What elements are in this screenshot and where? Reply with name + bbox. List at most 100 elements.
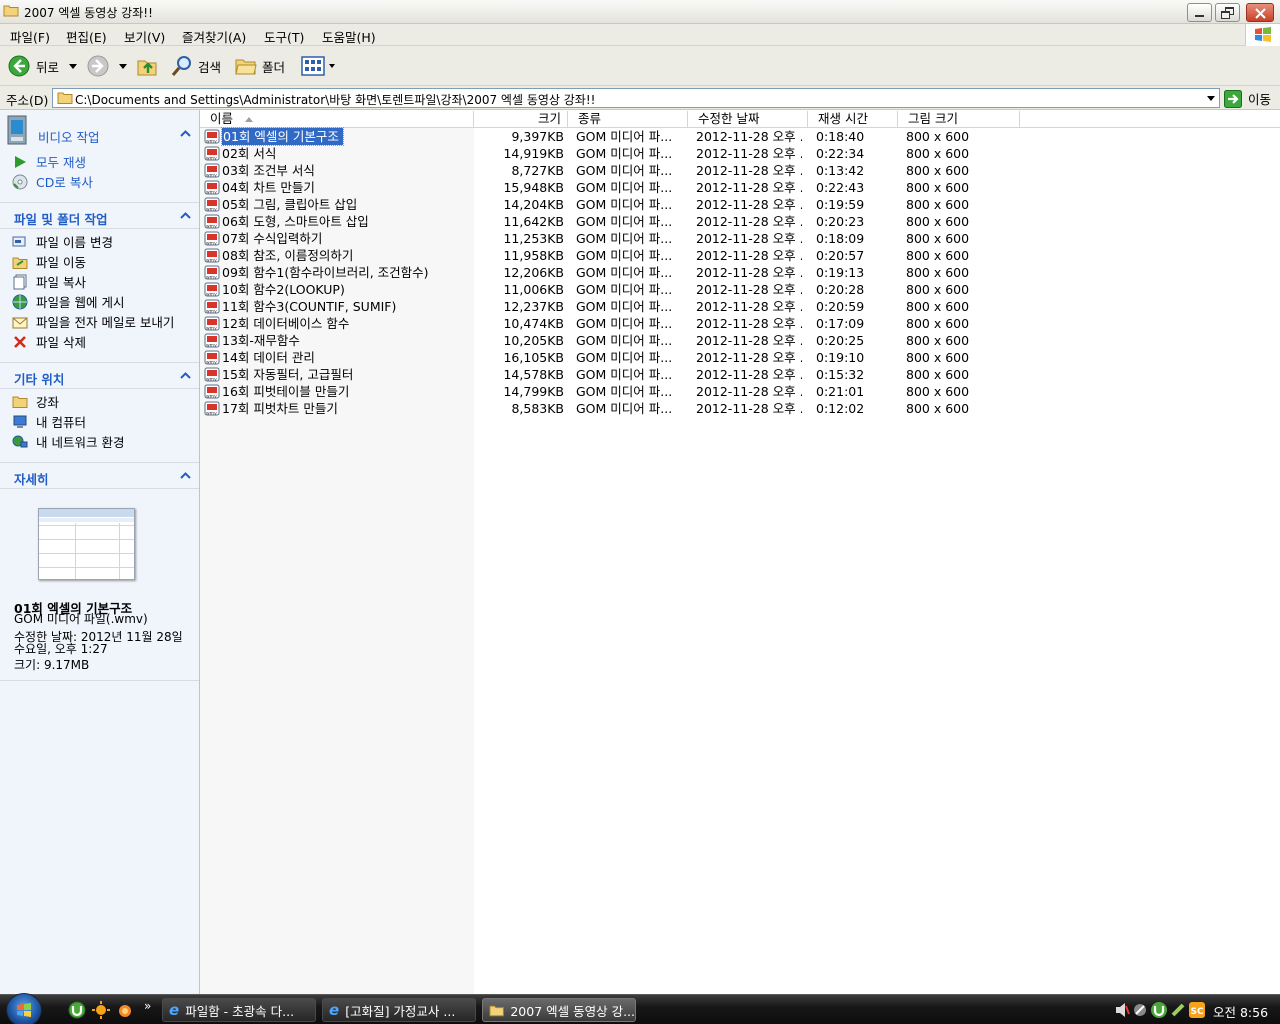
file-row[interactable]: wmv 10회 함수2(LOOKUP) 11,006KB GOM 미디어 파..… — [200, 281, 1280, 298]
collapse-chevron-icon[interactable] — [180, 128, 191, 139]
file-duration: 0:18:40 — [816, 129, 865, 144]
sun-app-icon[interactable] — [116, 1001, 134, 1019]
menu-view[interactable]: 보기(V) — [124, 27, 165, 46]
folders-button[interactable]: 폴더 — [234, 53, 285, 79]
clock[interactable]: 오전 8:56 — [1213, 1002, 1268, 1021]
forward-button[interactable] — [87, 53, 127, 79]
file-row[interactable]: wmv 07회 수식입력하기 11,253KB GOM 미디어 파... 201… — [200, 230, 1280, 247]
column-header-dimensions[interactable]: 그림 크기 — [898, 111, 1020, 128]
menu-favorites[interactable]: 즐겨찾기(A) — [182, 27, 246, 46]
wmv-file-icon: wmv — [204, 265, 220, 280]
file-dimensions: 800 x 600 — [906, 401, 970, 416]
svg-text:wmv: wmv — [206, 157, 217, 162]
back-button[interactable]: 뒤로 — [8, 53, 78, 79]
address-label: 주소(D) — [6, 93, 49, 108]
file-row[interactable]: wmv 11회 함수3(COUNTIF, SUMIF) 12,237KB GOM… — [200, 298, 1280, 315]
go-button[interactable]: 이동 — [1224, 89, 1271, 108]
taskbar-button-explorer[interactable]: 2007 엑셀 동영상 강... — [482, 998, 636, 1022]
menu-help[interactable]: 도움말(H) — [322, 27, 376, 46]
details-header[interactable]: 자세히 — [0, 464, 199, 488]
views-button[interactable] — [300, 53, 335, 79]
place-lectures-link[interactable]: 강좌 — [12, 392, 59, 411]
svg-text:wmv: wmv — [206, 395, 217, 400]
title-bar[interactable]: 2007 엑셀 동영상 강좌!! — [0, 0, 1280, 24]
other-places-header[interactable]: 기타 위치 — [0, 364, 199, 388]
file-duration: 0:12:02 — [816, 401, 865, 416]
file-dimensions: 800 x 600 — [906, 299, 970, 314]
address-input[interactable]: C:\Documents and Settings\Administrator\… — [52, 88, 1220, 108]
file-row[interactable]: wmv 01회 엑셀의 기본구조 9,397KB GOM 미디어 파... 20… — [200, 127, 1280, 146]
file-date: 2012-11-28 오후 ... — [696, 248, 802, 263]
delete-file-label: 파일 삭제 — [36, 335, 86, 350]
minimize-button[interactable] — [1187, 3, 1212, 22]
my-network-link[interactable]: 내 네트워크 환경 — [12, 432, 124, 451]
collapse-chevron-icon[interactable] — [180, 210, 191, 221]
collapse-chevron-icon[interactable] — [180, 470, 191, 481]
video-tasks-header[interactable]: 비디오 작업 — [0, 122, 199, 146]
file-row[interactable]: wmv 02회 서식 14,919KB GOM 미디어 파... 2012-11… — [200, 145, 1280, 162]
move-file-link[interactable]: 파일 이동 — [12, 252, 86, 271]
collapse-chevron-icon[interactable] — [180, 370, 191, 381]
file-row[interactable]: wmv 09회 함수1(함수라이브러리, 조건함수) 12,206KB GOM … — [200, 264, 1280, 281]
file-row[interactable]: wmv 12회 데이터베이스 함수 10,474KB GOM 미디어 파... … — [200, 315, 1280, 332]
column-header-size[interactable]: 크기 — [474, 111, 568, 128]
taskbar-button-ie-2[interactable]: e [고화질] 가정교사 ... — [322, 998, 476, 1022]
menu-edit[interactable]: 편집(E) — [66, 27, 107, 46]
file-row[interactable]: wmv 06회 도형, 스마트아트 삽입 11,642KB GOM 미디어 파.… — [200, 213, 1280, 230]
file-type: GOM 미디어 파... — [576, 180, 673, 195]
file-row[interactable]: wmv 03회 조건부 서식 8,727KB GOM 미디어 파... 2012… — [200, 162, 1280, 179]
column-header-type[interactable]: 종류 — [568, 111, 688, 128]
utorrent-icon[interactable] — [68, 1001, 86, 1019]
volume-icon[interactable] — [1114, 1002, 1130, 1018]
up-folder-button[interactable] — [136, 53, 158, 79]
file-list[interactable]: 이름 크기 종류 수정한 날짜 재생 시간 그림 크기 wmv 01회 엑셀의 … — [200, 110, 1280, 994]
file-size: 14,919KB — [503, 146, 564, 161]
system-tray: SC — [1112, 1001, 1208, 1021]
quick-launch-expand-icon[interactable]: » — [144, 999, 151, 1013]
file-size: 14,799KB — [503, 384, 564, 399]
file-row[interactable]: wmv 16회 피벗테이블 만들기 14,799KB GOM 미디어 파... … — [200, 383, 1280, 400]
copy-to-cd-link[interactable]: CD로 복사 — [12, 172, 93, 191]
column-type-label: 종류 — [578, 111, 602, 126]
taskbar-button-ie-1[interactable]: e 파일함 - 초광속 다... — [162, 998, 316, 1022]
file-row[interactable]: wmv 13회-재무함수 10,205KB GOM 미디어 파... 2012-… — [200, 332, 1280, 349]
start-button[interactable] — [6, 993, 42, 1024]
rename-file-label: 파일 이름 변경 — [36, 235, 113, 250]
email-file-link[interactable]: 파일을 전자 메일로 보내기 — [12, 312, 174, 331]
rename-file-link[interactable]: 파일 이름 변경 — [12, 232, 113, 251]
address-dropdown-icon[interactable] — [1207, 96, 1215, 101]
file-date: 2012-11-28 오후 ... — [696, 265, 802, 280]
file-row[interactable]: wmv 14회 데이터 관리 16,105KB GOM 미디어 파... 201… — [200, 349, 1280, 366]
delete-file-link[interactable]: 파일 삭제 — [12, 332, 86, 351]
sc-tray-icon[interactable]: SC — [1188, 1001, 1206, 1019]
column-header-name[interactable]: 이름 — [200, 111, 474, 128]
computer-icon — [13, 415, 27, 428]
file-size: 11,006KB — [503, 282, 564, 297]
play-all-link[interactable]: 모두 재생 — [12, 152, 86, 171]
usb-tray-icon[interactable] — [1170, 1002, 1186, 1018]
my-computer-link[interactable]: 내 컴퓨터 — [12, 412, 86, 431]
file-tasks-header[interactable]: 파일 및 폴더 작업 — [0, 204, 199, 228]
utorrent-tray-icon[interactable] — [1150, 1001, 1168, 1019]
file-row[interactable]: wmv 17회 피벗차트 만들기 8,583KB GOM 미디어 파... 20… — [200, 400, 1280, 417]
file-date: 2012-11-28 오후 ... — [696, 367, 802, 382]
task-pane: 비디오 작업 모두 재생 CD로 복사 파일 및 폴더 작업 파일 이름 변경 … — [0, 110, 200, 994]
network-tray-icon[interactable] — [1132, 1002, 1148, 1018]
search-button[interactable]: 검색 — [170, 53, 221, 79]
menu-tools[interactable]: 도구(T) — [264, 27, 304, 46]
file-row[interactable]: wmv 04회 차트 만들기 15,948KB GOM 미디어 파... 201… — [200, 179, 1280, 196]
file-row[interactable]: wmv 08회 참조, 이름정의하기 11,958KB GOM 미디어 파...… — [200, 247, 1280, 264]
copy-file-link[interactable]: 파일 복사 — [12, 272, 86, 291]
file-row[interactable]: wmv 15회 자동필터, 고급필터 14,578KB GOM 미디어 파...… — [200, 366, 1280, 383]
close-button[interactable] — [1246, 3, 1274, 22]
menu-file[interactable]: 파일(F) — [10, 27, 50, 46]
file-type: GOM 미디어 파... — [576, 299, 673, 314]
column-header-modified[interactable]: 수정한 날짜 — [688, 111, 808, 128]
restore-button[interactable] — [1215, 3, 1240, 22]
file-row[interactable]: wmv 05회 그림, 클립아트 삽입 14,204KB GOM 미디어 파..… — [200, 196, 1280, 213]
weather-sun-icon[interactable] — [92, 1001, 110, 1019]
column-header-duration[interactable]: 재생 시간 — [808, 111, 898, 128]
file-dimensions: 800 x 600 — [906, 333, 970, 348]
file-date: 2012-11-28 오후 ... — [696, 163, 802, 178]
publish-to-web-link[interactable]: 파일을 웹에 게시 — [12, 292, 124, 311]
